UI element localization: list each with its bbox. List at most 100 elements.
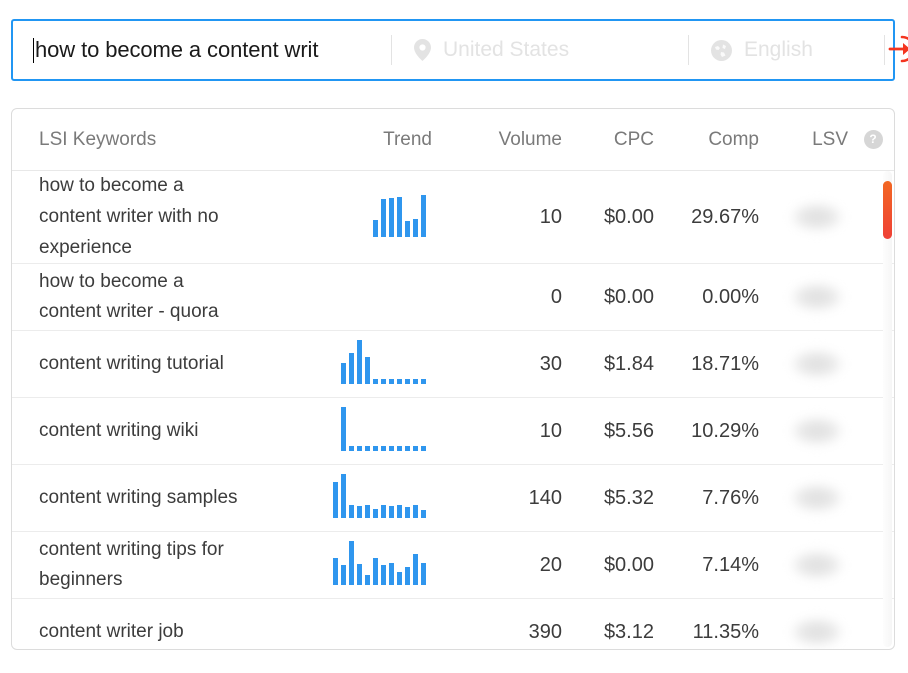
cell-volume: 0: [432, 286, 562, 309]
keyword-text: how to become a content writer with no e…: [39, 175, 219, 258]
cell-comp-value: 18.71%: [691, 352, 759, 375]
help-icon[interactable]: ?: [863, 129, 883, 149]
language-filter[interactable]: English: [689, 21, 884, 79]
sparkline-bar: [357, 339, 362, 384]
globe-icon: [711, 39, 732, 61]
cell-trend: [312, 473, 432, 523]
cell-comp: 0.00%: [654, 286, 759, 309]
sparkline-bar: [421, 194, 426, 237]
sparkline-bar: [341, 565, 346, 585]
cell-cpc: $0.00: [562, 286, 654, 309]
keyword-text: content writing wiki: [39, 419, 199, 441]
search-submit-button[interactable]: [885, 31, 908, 69]
cell-keyword: content writing wiki: [12, 416, 312, 447]
column-header-trend[interactable]: Trend: [312, 129, 432, 151]
sparkline-bar: [381, 565, 386, 585]
lsv-blurred-value: [790, 483, 844, 514]
sparkline-bar: [349, 504, 354, 518]
table-row[interactable]: how to become a content writer - quora 0 $…: [12, 264, 894, 332]
scrollbar-track[interactable]: [883, 171, 892, 647]
sparkline-bar: [413, 504, 418, 518]
cell-volume: 20: [432, 554, 562, 577]
sparkline-bar: [349, 540, 354, 585]
table-row[interactable]: content writing tutorial 30 $1.84 18.71%: [12, 331, 894, 399]
lsv-blurred-value: [790, 550, 844, 581]
cell-cpc-value: $3.12: [603, 620, 654, 643]
cell-cpc: $0.00: [562, 206, 654, 229]
trend-sparkline: [333, 540, 432, 585]
sparkline-bar: [405, 445, 410, 451]
column-header-keyword[interactable]: LSI Keywords: [12, 129, 312, 151]
sparkline-bar: [389, 506, 394, 518]
trend-sparkline: [341, 339, 432, 384]
sparkline-bar: [413, 554, 418, 585]
table-row[interactable]: content writing samples 140 $5.32 7.76%: [12, 465, 894, 533]
cell-cpc-value: $5.32: [603, 486, 654, 509]
cell-cpc: $5.56: [562, 420, 654, 443]
sparkline-bar: [365, 445, 370, 451]
table-row[interactable]: content writing tips for beginners 20 $0.0…: [12, 532, 894, 600]
cell-comp-value: 0.00%: [702, 285, 759, 308]
cell-cpc-value: $0.00: [603, 285, 654, 308]
sparkline-bar: [405, 220, 410, 237]
scrollbar-thumb[interactable]: [883, 181, 892, 239]
geo-filter[interactable]: United States: [392, 21, 688, 79]
sparkline-bar: [397, 197, 402, 237]
sparkline-bar: [341, 406, 346, 451]
sparkline-bar: [389, 445, 394, 451]
cell-trend: [312, 540, 432, 590]
cell-keyword: content writing tips for beginners: [12, 535, 312, 597]
geo-filter-label: United States: [443, 38, 570, 61]
sparkline-bar: [397, 571, 402, 585]
cell-keyword: content writing samples: [12, 483, 312, 514]
cell-cpc-value: $0.00: [603, 205, 654, 228]
lsi-keyword-tool-screen: how to become a content writ United Stat…: [0, 0, 908, 673]
sparkline-bar: [373, 378, 378, 384]
sparkline-bar: [333, 557, 338, 585]
column-header-comp[interactable]: Comp: [654, 129, 759, 151]
keyword-text: content writing samples: [39, 486, 238, 508]
cell-keyword: content writer job: [12, 617, 312, 648]
sparkline-bar: [421, 509, 426, 518]
table-row[interactable]: content writer job 390 $3.12 11.35%: [12, 599, 894, 649]
column-header-lsv[interactable]: LSV: [759, 129, 854, 151]
sparkline-bar: [405, 507, 410, 518]
keyword-text: content writer job: [39, 620, 184, 642]
search-input[interactable]: how to become a content writ: [13, 21, 391, 79]
sparkline-bar: [365, 504, 370, 518]
cell-lsv: [759, 550, 854, 581]
sparkline-bar: [365, 357, 370, 384]
cell-volume-value: 0: [550, 285, 562, 308]
lsv-blurred-value: [790, 282, 844, 313]
cell-volume: 10: [432, 206, 562, 229]
cell-volume: 30: [432, 353, 562, 376]
cell-cpc: $3.12: [562, 621, 654, 644]
cell-comp-value: 7.14%: [702, 553, 759, 576]
cell-comp-value: 29.67%: [691, 205, 759, 228]
column-header-cpc[interactable]: CPC: [562, 129, 654, 151]
cell-volume: 10: [432, 420, 562, 443]
table-row[interactable]: how to become a content writer with no e…: [12, 171, 894, 265]
table-row[interactable]: content writing wiki 10 $5.56 10.29%: [12, 398, 894, 466]
column-header-volume[interactable]: Volume: [432, 129, 562, 151]
lsv-blurred-value: [790, 617, 844, 648]
lsv-blurred-value: [790, 349, 844, 380]
sparkline-bar: [397, 445, 402, 451]
sparkline-bar: [381, 504, 386, 518]
lsv-blurred-value: [790, 202, 844, 233]
sparkline-bar: [405, 567, 410, 585]
sparkline-bar: [373, 445, 378, 451]
cell-cpc-value: $5.56: [603, 419, 654, 442]
cell-comp-value: 7.76%: [702, 486, 759, 509]
trend-sparkline: [333, 473, 432, 518]
cell-cpc: $5.32: [562, 487, 654, 510]
sparkline-bar: [421, 445, 426, 451]
sparkline-bar: [389, 379, 394, 384]
cell-volume-value: 10: [539, 419, 562, 442]
sparkline-bar: [397, 504, 402, 518]
cell-comp-value: 10.29%: [691, 419, 759, 442]
sparkline-bar: [389, 562, 394, 585]
sparkline-bar: [333, 481, 338, 518]
sparkline-bar: [421, 562, 426, 585]
cell-volume: 140: [432, 487, 562, 510]
